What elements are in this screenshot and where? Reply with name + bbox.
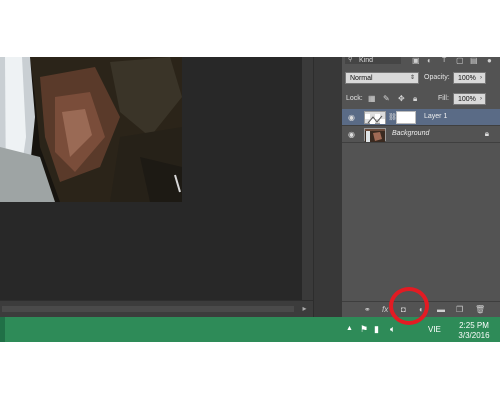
visibility-eye-icon[interactable]: ◉ bbox=[347, 113, 356, 122]
filter-toggle-icon[interactable]: ● bbox=[487, 57, 492, 65]
document-image bbox=[0, 57, 182, 202]
new-layer-icon[interactable]: ❐ bbox=[456, 305, 463, 315]
layer-style-icon[interactable]: fx bbox=[382, 305, 388, 315]
clock-date: 3/3/2016 bbox=[458, 331, 490, 340]
adjustment-filter-icon[interactable]: ◐ bbox=[427, 57, 432, 65]
layer-name: Background bbox=[392, 130, 430, 137]
visibility-eye-icon[interactable]: ◉ bbox=[347, 130, 356, 139]
opacity-label: Opacity: bbox=[424, 74, 450, 81]
layer-row-background[interactable]: ◉ Background 🔒︎ bbox=[342, 126, 500, 143]
layer-name: Layer 1 bbox=[424, 113, 448, 120]
layer-thumbnail bbox=[364, 111, 386, 124]
photoshop-workspace: ▸ ⚲ Kind ▣ ◐ T ▢ ▤ ● Normal ⇕ Opacity: 1… bbox=[0, 57, 500, 317]
clock-time: 2:25 PM bbox=[459, 321, 489, 330]
fill-label: Fill: bbox=[438, 95, 449, 102]
link-layers-icon[interactable]: ⚭ bbox=[364, 305, 371, 315]
new-group-icon[interactable]: ▬ bbox=[437, 305, 445, 315]
lock-transparent-icon[interactable]: ▦ bbox=[368, 94, 376, 103]
lock-image-icon[interactable]: ✎ bbox=[383, 94, 390, 103]
chevron-right-icon: › bbox=[480, 75, 482, 81]
taskbar-edge bbox=[0, 317, 5, 342]
shape-filter-icon[interactable]: ▢ bbox=[456, 57, 464, 65]
search-icon: ⚲ bbox=[348, 57, 353, 63]
lock-label: Lock: bbox=[346, 95, 363, 102]
panel-dock-strip bbox=[313, 57, 343, 317]
blend-mode-dropdown[interactable]: Normal ⇕ bbox=[345, 72, 419, 84]
system-clock[interactable]: 2:25 PM 3/3/2016 bbox=[452, 321, 496, 341]
windows-taskbar: ▲ ⚑ ▮ 🔈︎ VIE 2:25 PM 3/3/2016 bbox=[0, 317, 500, 342]
show-hidden-icons-icon[interactable]: ▲ bbox=[346, 324, 353, 334]
layer-mask-thumbnail[interactable] bbox=[396, 111, 416, 124]
type-filter-icon[interactable]: T bbox=[442, 57, 446, 64]
scroll-right-icon[interactable]: ▸ bbox=[300, 304, 309, 313]
layers-panel: ⚲ Kind ▣ ◐ T ▢ ▤ ● Normal ⇕ Opacity: 100… bbox=[342, 57, 500, 317]
image-filter-icon[interactable]: ▣ bbox=[412, 57, 420, 65]
canvas-vertical-scrollbar[interactable] bbox=[302, 57, 313, 300]
input-language[interactable]: VIE bbox=[428, 325, 441, 334]
lock-position-icon[interactable]: ✥ bbox=[398, 94, 405, 103]
annotation-circle bbox=[389, 287, 429, 325]
action-center-icon[interactable]: ⚑ bbox=[360, 324, 368, 334]
volume-icon[interactable]: 🔈︎ bbox=[390, 324, 395, 334]
layer-row-layer-1[interactable]: ◉ ⛓ Layer 1 bbox=[342, 109, 500, 126]
chevron-right-icon: › bbox=[480, 96, 482, 102]
delete-layer-icon[interactable]: 🗑︎ bbox=[475, 305, 485, 315]
scrollbar-track[interactable] bbox=[2, 306, 294, 312]
smart-object-filter-icon[interactable]: ▤ bbox=[470, 57, 478, 65]
lock-icon: 🔒︎ bbox=[484, 129, 489, 138]
kind-filter-dropdown[interactable]: ⚲ Kind bbox=[345, 57, 401, 64]
chevron-down-icon: ⇕ bbox=[409, 75, 415, 81]
fill-input[interactable]: 100% › bbox=[453, 93, 486, 105]
canvas-horizontal-scrollbar[interactable]: ▸ bbox=[0, 300, 313, 317]
document-canvas-area[interactable] bbox=[0, 57, 302, 300]
opacity-input[interactable]: 100% › bbox=[453, 72, 486, 84]
network-icon[interactable]: ▮ bbox=[374, 324, 379, 334]
layer-thumbnail bbox=[364, 128, 386, 142]
lock-all-icon[interactable]: 🔒︎ bbox=[413, 94, 417, 104]
layer-filter-row: ⚲ Kind ▣ ◐ T ▢ ▤ ● bbox=[342, 57, 500, 65]
